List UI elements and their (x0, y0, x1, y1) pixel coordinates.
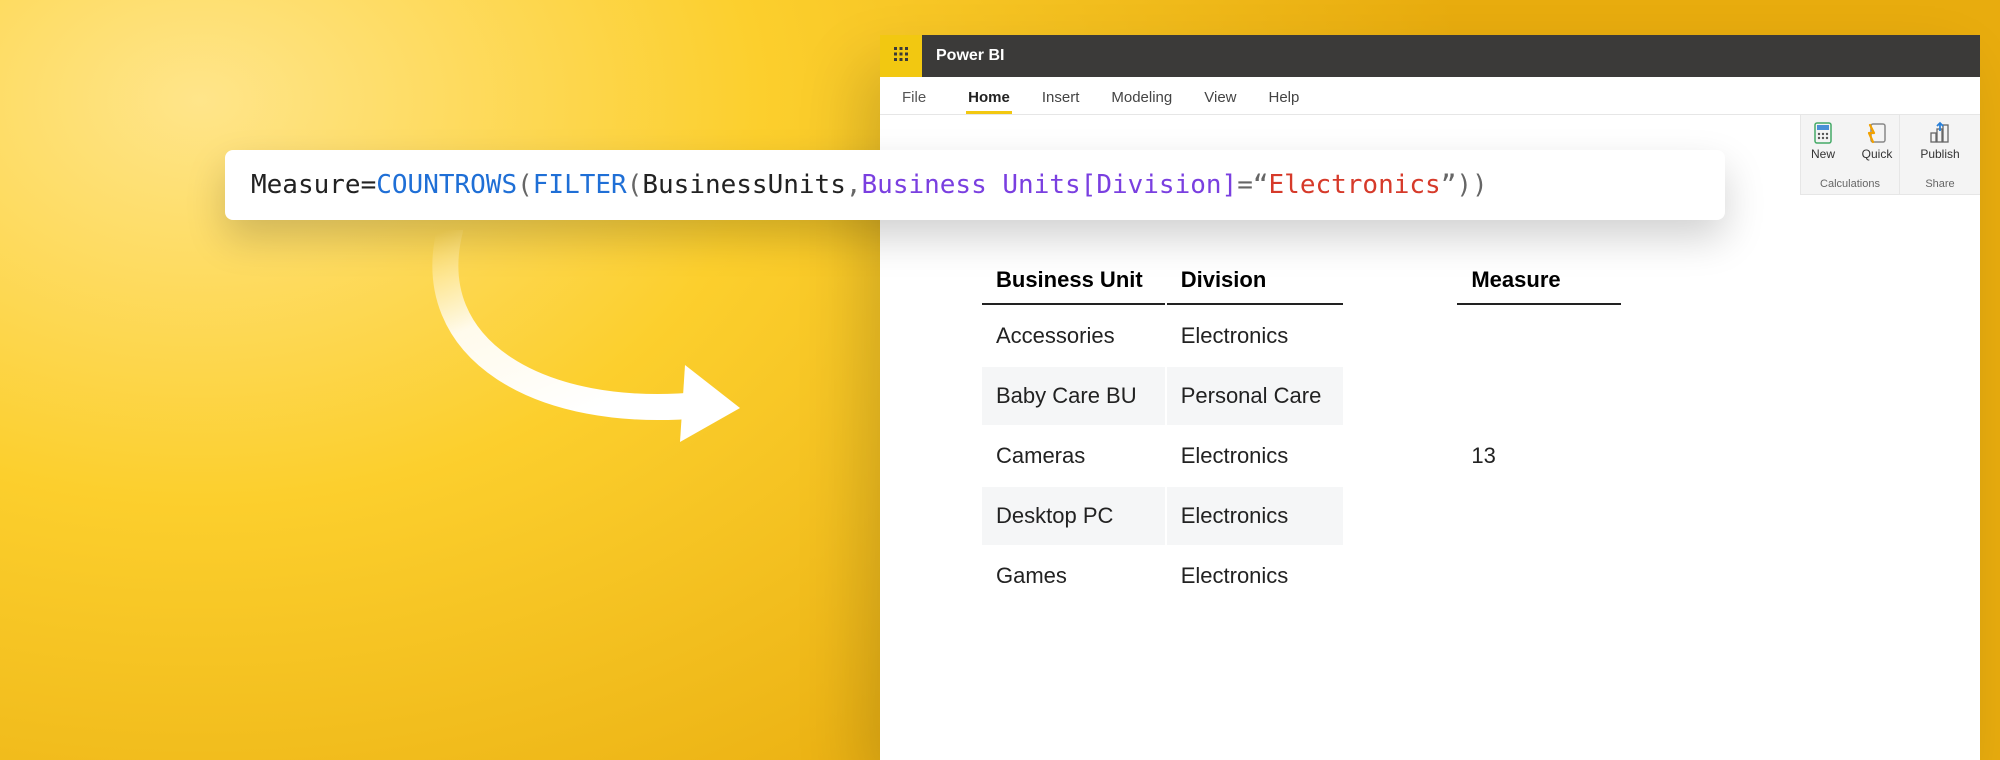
quick-measure-button[interactable]: Quick (1855, 121, 1899, 161)
formula-column-ref: Business Units[Division] (862, 170, 1238, 200)
formula-equals: = (361, 170, 377, 200)
publish-icon (1928, 121, 1952, 145)
cell-div: Electronics (1167, 427, 1344, 485)
calculator-icon (1811, 121, 1835, 145)
cell-bu: Accessories (982, 307, 1165, 365)
ribbon: New Quick Calculations (1800, 115, 1980, 195)
menu-home[interactable]: Home (966, 81, 1012, 114)
formula-quote-open: “ (1253, 170, 1269, 200)
cell-div: Electronics (1167, 487, 1344, 545)
new-measure-label: New (1811, 147, 1835, 161)
app-launcher-button[interactable] (880, 35, 922, 77)
measure-card-table: Measure 13 (1455, 255, 1622, 607)
ribbon-group-share-title: Share (1925, 178, 1954, 190)
formula-paren-close: ) (1456, 170, 1472, 200)
formula-paren-open: ( (627, 170, 643, 200)
table-row: Desktop PC Electronics (982, 487, 1343, 545)
cell-div: Electronics (1167, 547, 1344, 605)
formula-compare-eq: = (1237, 170, 1253, 200)
col-header-bu[interactable]: Business Unit (982, 257, 1165, 305)
cell-bu: Baby Care BU (982, 367, 1165, 425)
quick-measure-label: Quick (1862, 147, 1893, 161)
menu-modeling[interactable]: Modeling (1109, 81, 1174, 114)
menu-bar: File Home Insert Modeling View Help (880, 77, 1980, 115)
dax-formula-bar[interactable]: Measure = COUNTROWS ( FILTER ( BusinessU… (225, 150, 1725, 220)
formula-fn-countrows: COUNTROWS (376, 170, 517, 200)
table-row: Baby Care BU Personal Care (982, 367, 1343, 425)
ribbon-group-calculations-title: Calculations (1820, 178, 1880, 190)
publish-button[interactable]: Publish (1918, 121, 1962, 161)
ribbon-group-share: Publish Share (1900, 115, 1980, 194)
table-row: Cameras Electronics (982, 427, 1343, 485)
powerbi-window: Power BI File Home Insert Modeling View … (880, 35, 1980, 760)
menu-view[interactable]: View (1202, 81, 1238, 114)
formula-paren-close: ) (1472, 170, 1488, 200)
cell-div: Electronics (1167, 307, 1344, 365)
measure-value: 13 (1457, 307, 1620, 605)
cell-bu: Games (982, 547, 1165, 605)
ribbon-group-calculations: New Quick Calculations (1801, 115, 1900, 194)
formula-comma: , (846, 170, 862, 200)
formula-string: Electronics (1269, 170, 1441, 200)
measure-header[interactable]: Measure (1457, 257, 1620, 305)
new-measure-button[interactable]: New (1801, 121, 1845, 161)
table-row: Games Electronics (982, 547, 1343, 605)
col-header-div[interactable]: Division (1167, 257, 1344, 305)
menu-help[interactable]: Help (1267, 81, 1302, 114)
cell-bu: Cameras (982, 427, 1165, 485)
menu-file[interactable]: File (900, 81, 928, 114)
report-canvas: Business Unit Division Accessories Elect… (980, 255, 1940, 607)
waffle-icon (893, 46, 909, 67)
formula-fn-filter: FILTER (533, 170, 627, 200)
formula-quote-close: ” (1441, 170, 1457, 200)
formula-table-ref: BusinessUnits (642, 170, 846, 200)
business-units-table: Business Unit Division Accessories Elect… (980, 255, 1345, 607)
app-title: Power BI (936, 47, 1004, 65)
publish-label: Publish (1920, 147, 1959, 161)
formula-measure-name: Measure (251, 170, 361, 200)
cell-div: Personal Care (1167, 367, 1344, 425)
formula-paren-open: ( (517, 170, 533, 200)
menu-insert[interactable]: Insert (1040, 81, 1082, 114)
table-row: Accessories Electronics (982, 307, 1343, 365)
title-bar: Power BI (880, 35, 1980, 77)
table-row: 13 (1457, 307, 1620, 605)
cell-bu: Desktop PC (982, 487, 1165, 545)
quick-calc-icon (1865, 121, 1889, 145)
